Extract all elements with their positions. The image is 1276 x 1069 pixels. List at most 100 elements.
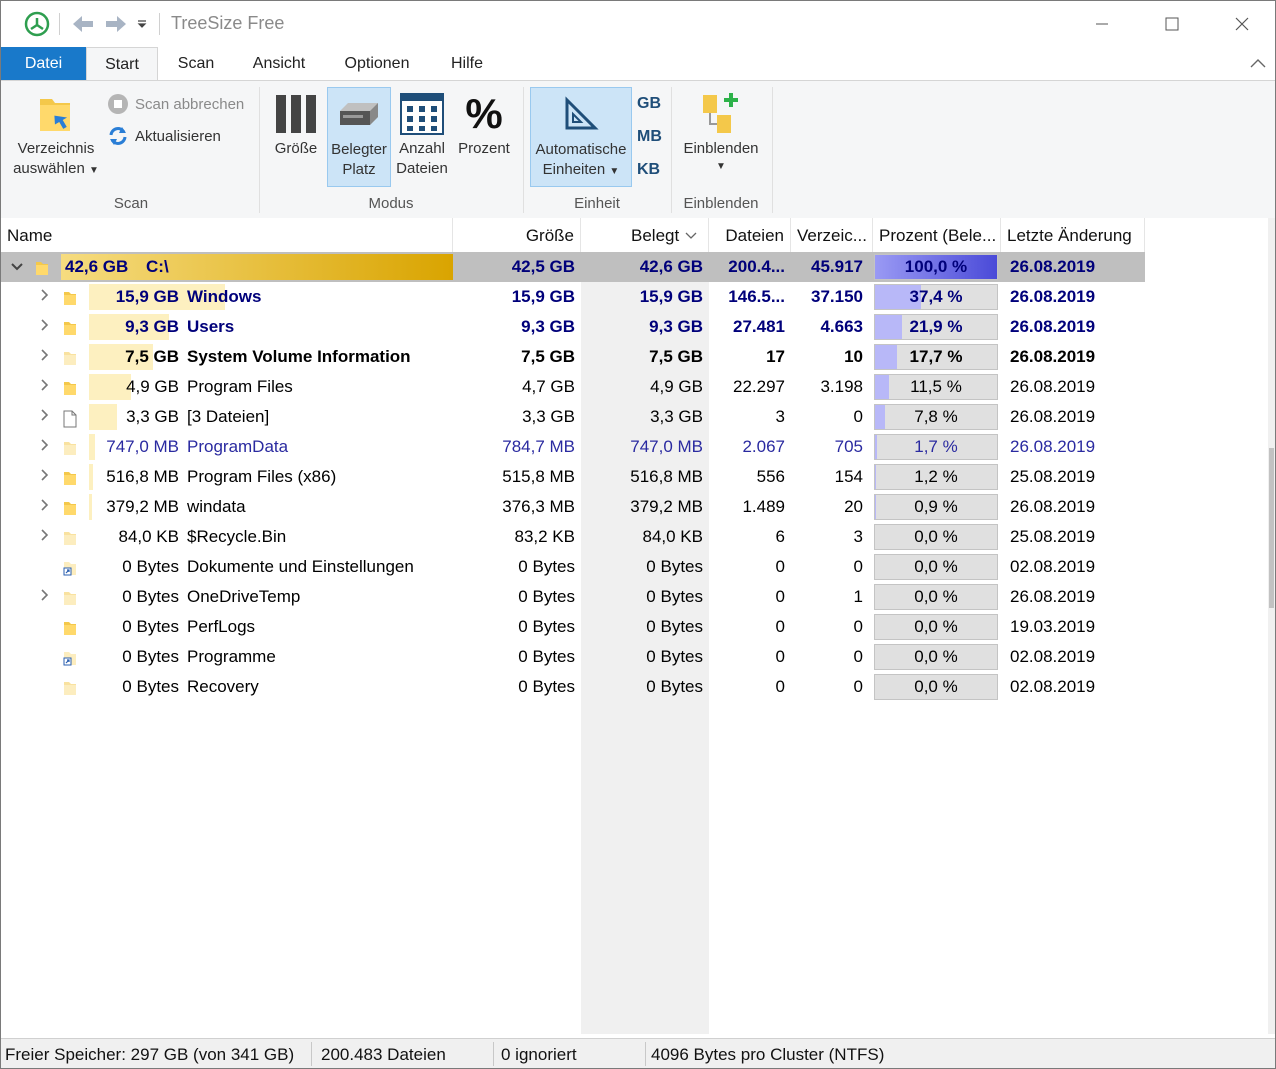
percent-label: 0,0 % bbox=[914, 617, 958, 636]
tab-start[interactable]: Start bbox=[86, 47, 158, 81]
column-aenderung[interactable]: Letzte Änderung bbox=[1001, 218, 1145, 252]
ribbon-tabs: Datei Start Scan Ansicht Optionen Hilfe bbox=[1, 47, 1275, 81]
back-arrow-icon[interactable] bbox=[69, 9, 97, 39]
folder-name: Program Files (x86) bbox=[187, 467, 337, 486]
directories-cell: 3 bbox=[853, 527, 863, 546]
percent-label: 0,0 % bbox=[914, 677, 958, 696]
folder-icon bbox=[63, 530, 77, 546]
allocated-cell: 42,6 GB bbox=[639, 257, 703, 276]
table-row[interactable]: 15,9 GB Windows 15,9 GB 15,9 GB 146.5... 37.1… bbox=[1, 282, 1145, 312]
percent-label: 11,5 % bbox=[910, 377, 962, 396]
tab-optionen[interactable]: Optionen bbox=[333, 47, 421, 81]
tab-scan[interactable]: Scan bbox=[166, 47, 226, 81]
minimize-button[interactable] bbox=[1085, 9, 1119, 39]
percent-label: 17,7 % bbox=[909, 347, 963, 366]
percent-bar: 100,0 % bbox=[874, 254, 998, 280]
cancel-scan-button[interactable]: Scan abbrechen bbox=[107, 93, 244, 115]
folder-name: Program Files bbox=[187, 377, 293, 396]
select-directory-button[interactable]: Verzeichnis auswählen ▼ bbox=[9, 89, 103, 189]
allocated-cell: 0 Bytes bbox=[646, 587, 703, 606]
collapse-ribbon-icon[interactable] bbox=[1249, 55, 1267, 75]
chevron-right-icon[interactable] bbox=[37, 342, 53, 372]
column-dateien[interactable]: Dateien bbox=[709, 218, 791, 252]
chevron-right-icon[interactable] bbox=[37, 372, 53, 402]
directories-cell: 37.150 bbox=[811, 287, 863, 306]
maximize-button[interactable] bbox=[1155, 9, 1189, 39]
size-bar-label: 3,3 GB bbox=[126, 407, 179, 426]
files-cell: 0 bbox=[775, 647, 785, 666]
size-bar-label: 379,2 MB bbox=[106, 497, 179, 516]
percent-bar: 0,0 % bbox=[874, 644, 998, 670]
chevron-right-icon[interactable] bbox=[37, 582, 53, 612]
folder-name: Windows bbox=[187, 287, 262, 306]
automatic-units-button[interactable]: Automatische Einheiten ▼ bbox=[530, 87, 632, 187]
size-bar-label: 0 Bytes bbox=[122, 617, 179, 636]
table-row[interactable]: 0 Bytes OneDriveTemp 0 Bytes 0 Bytes 0 1 0,0 %… bbox=[1, 582, 1145, 612]
tree-row-root[interactable]: 42,6 GB C:\ 42,5 GB 42,6 GB 200.4... 45.917 10… bbox=[1, 252, 1145, 282]
chevron-down-icon[interactable] bbox=[9, 252, 25, 282]
quick-access-dropdown-icon[interactable] bbox=[134, 9, 150, 39]
modified-date-cell: 02.08.2019 bbox=[1010, 557, 1096, 576]
column-prozent[interactable]: Prozent (Bele... bbox=[873, 218, 1001, 252]
column-verzeichnisse[interactable]: Verzeic... bbox=[791, 218, 873, 252]
refresh-button[interactable]: Aktualisieren bbox=[107, 125, 221, 147]
unit-mb-button[interactable]: MB bbox=[637, 128, 662, 146]
table-row[interactable]: 84,0 KB $Recycle.Bin 83,2 KB 84,0 KB 6 3 0,0 %… bbox=[1, 522, 1145, 552]
table-row[interactable]: 0 Bytes Recovery 0 Bytes 0 Bytes 0 0 0,0 % 02.0… bbox=[1, 672, 1145, 702]
tab-hilfe[interactable]: Hilfe bbox=[439, 47, 495, 81]
column-name[interactable]: Name bbox=[1, 218, 453, 252]
allocated-cell: 15,9 GB bbox=[639, 287, 703, 306]
app-logo-icon[interactable] bbox=[21, 9, 53, 39]
table-row[interactable]: 3,3 GB [3 Dateien] 3,3 GB 3,3 GB 3 0 7,8 % 26.0… bbox=[1, 402, 1145, 432]
forward-arrow-icon[interactable] bbox=[102, 9, 130, 39]
percent-mode-button[interactable]: % Prozent bbox=[453, 89, 515, 189]
scrollbar-thumb[interactable] bbox=[1269, 448, 1274, 608]
chevron-right-icon[interactable] bbox=[37, 492, 53, 522]
table-row[interactable]: 379,2 MB windata 376,3 MB 379,2 MB 1.489 20 0,… bbox=[1, 492, 1145, 522]
table-row[interactable]: 0 Bytes Dokumente und Einstellungen 0 Byte… bbox=[1, 552, 1145, 582]
table-row[interactable]: 0 Bytes PerfLogs 0 Bytes 0 Bytes 0 0 0,0 % 19.0… bbox=[1, 612, 1145, 642]
table-row[interactable]: 9,3 GB Users 9,3 GB 9,3 GB 27.481 4.663 21,9 %… bbox=[1, 312, 1145, 342]
percent-bar: 1,2 % bbox=[874, 464, 998, 490]
table-row[interactable]: 4,9 GB Program Files 4,7 GB 4,9 GB 22.297 3.1… bbox=[1, 372, 1145, 402]
close-button[interactable] bbox=[1225, 9, 1259, 39]
allocated-space-mode-button[interactable]: Belegter Platz bbox=[327, 87, 391, 187]
folder-name: Programme bbox=[187, 647, 276, 666]
chevron-right-icon[interactable] bbox=[37, 402, 53, 432]
chevron-right-icon[interactable] bbox=[37, 312, 53, 342]
chevron-right-icon[interactable] bbox=[37, 432, 53, 462]
files-cell: 146.5... bbox=[728, 287, 785, 306]
tab-datei[interactable]: Datei bbox=[1, 47, 86, 81]
column-groesse[interactable]: Größe bbox=[453, 218, 581, 252]
column-belegt[interactable]: Belegt bbox=[581, 218, 709, 252]
folder-name: PerfLogs bbox=[187, 617, 256, 636]
folder-name: System Volume Information bbox=[187, 347, 411, 366]
table-row[interactable]: 7,5 GB System Volume Information 7,5 GB 7,5… bbox=[1, 342, 1145, 372]
modified-date-cell: 26.08.2019 bbox=[1010, 257, 1096, 276]
folder-icon bbox=[35, 260, 49, 276]
size-mode-button[interactable]: Größe bbox=[267, 89, 325, 189]
table-row[interactable]: 0 Bytes Programme 0 Bytes 0 Bytes 0 0 0,0 % 02.… bbox=[1, 642, 1145, 672]
table-row[interactable]: 747,0 MB ProgramData 784,7 MB 747,0 MB 2.067… bbox=[1, 432, 1145, 462]
unit-kb-button[interactable]: KB bbox=[637, 161, 660, 179]
chevron-right-icon[interactable] bbox=[37, 282, 53, 312]
table-row[interactable]: 516,8 MB Program Files (x86) 515,8 MB 516,8… bbox=[1, 462, 1145, 492]
files-cell: 1.489 bbox=[742, 497, 785, 516]
folder-icon bbox=[63, 350, 77, 366]
vertical-scrollbar[interactable] bbox=[1268, 218, 1275, 1034]
file-count-mode-button[interactable]: Anzahl Dateien bbox=[393, 89, 451, 189]
folder-icon bbox=[9, 89, 103, 139]
files-cell: 17 bbox=[766, 347, 785, 366]
chevron-right-icon[interactable] bbox=[37, 522, 53, 552]
unit-gb-button[interactable]: GB bbox=[637, 95, 661, 113]
allocated-cell: 84,0 KB bbox=[642, 527, 704, 546]
folder-name: $Recycle.Bin bbox=[187, 527, 287, 546]
percent-label: 100,0 % bbox=[904, 257, 968, 276]
tree-expand-icon bbox=[677, 89, 765, 139]
percent-bar: 0,0 % bbox=[874, 614, 998, 640]
files-cell: 6 bbox=[775, 527, 785, 546]
expand-button[interactable]: Einblenden ▼ bbox=[677, 89, 765, 189]
hard-drive-icon bbox=[328, 88, 390, 140]
chevron-right-icon[interactable] bbox=[37, 462, 53, 492]
tab-ansicht[interactable]: Ansicht bbox=[241, 47, 317, 81]
